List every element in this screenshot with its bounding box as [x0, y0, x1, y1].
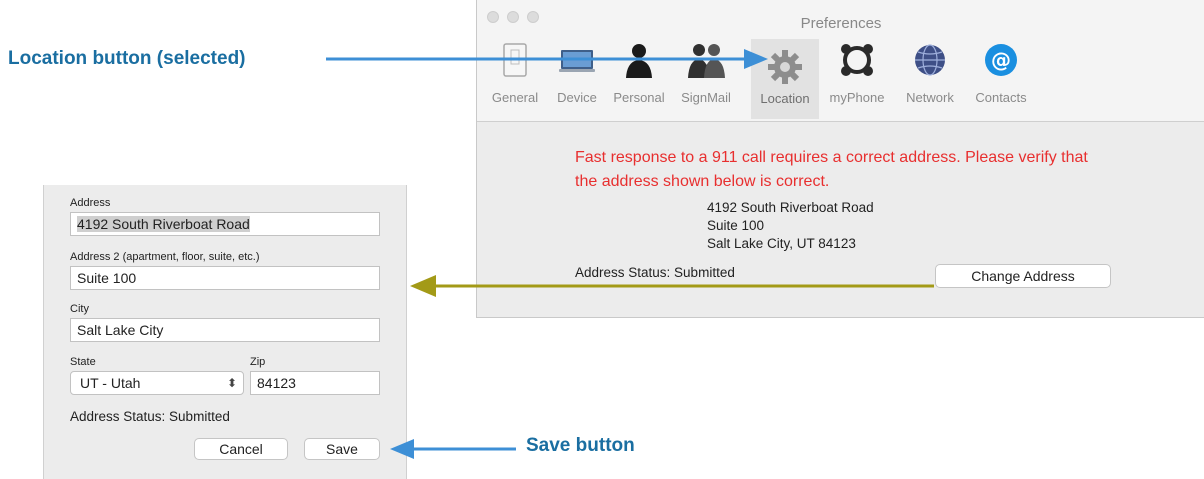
location-arrow-head: [744, 49, 768, 69]
annotation-arrows: [326, 49, 934, 459]
save-arrow-head: [390, 439, 414, 459]
change-address-arrow-head: [410, 275, 436, 297]
